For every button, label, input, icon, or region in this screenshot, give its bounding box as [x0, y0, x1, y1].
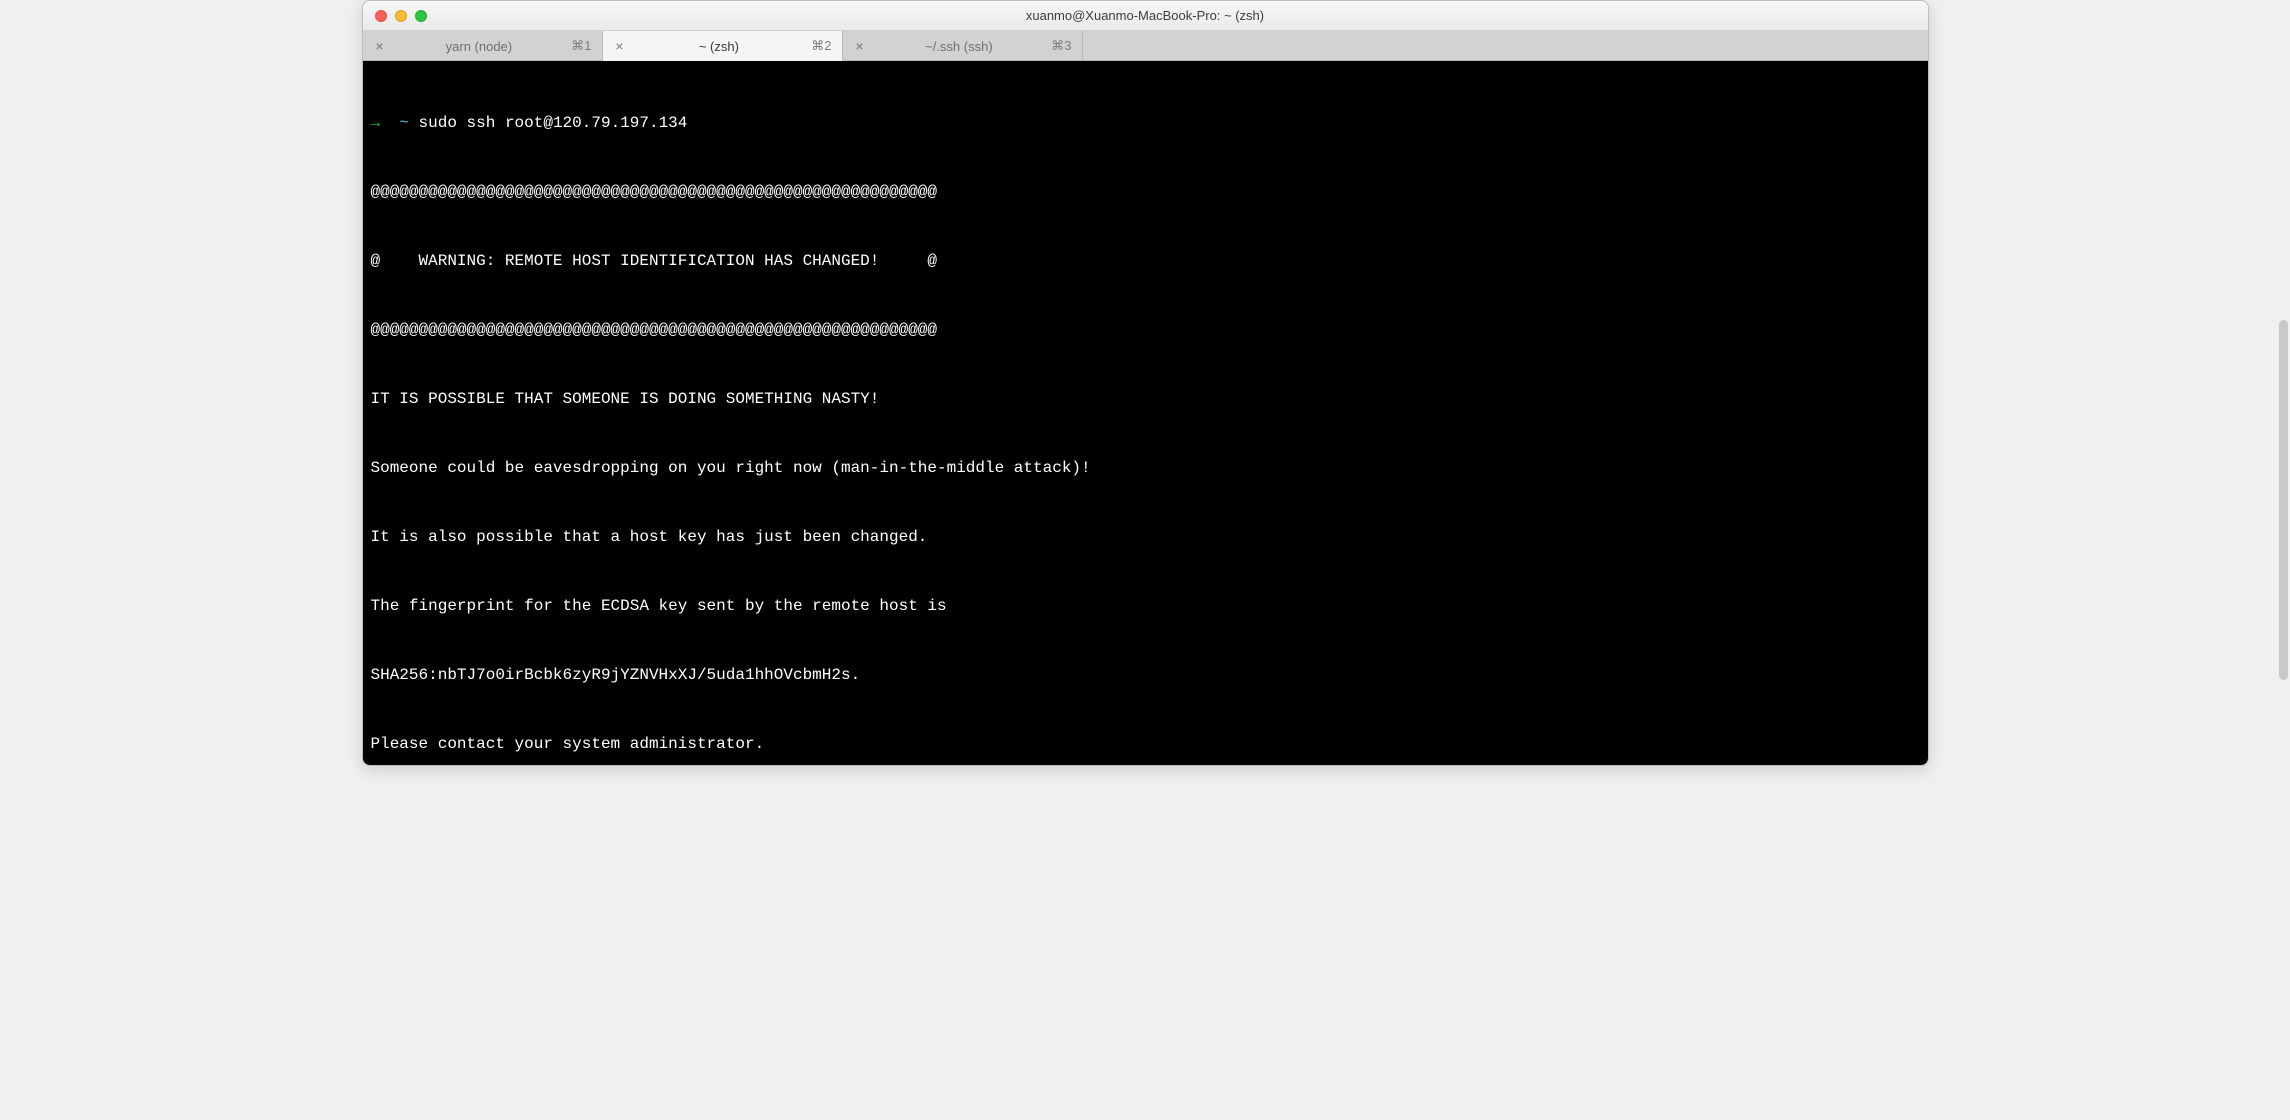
output-line: IT IS POSSIBLE THAT SOMEONE IS DOING SOM…	[371, 388, 1920, 411]
output-line: It is also possible that a host key has …	[371, 526, 1920, 549]
close-icon[interactable]: ×	[373, 39, 387, 53]
close-icon[interactable]: ×	[853, 39, 867, 53]
output-line: SHA256:nbTJ7o0irBcbk6zyR9jYZNVHxXJ/5uda1…	[371, 664, 1920, 687]
tab-ssh[interactable]: × ~/.ssh (ssh) ⌘3	[843, 31, 1083, 61]
output-line: @@@@@@@@@@@@@@@@@@@@@@@@@@@@@@@@@@@@@@@@…	[371, 319, 1920, 342]
window-title: xuanmo@Xuanmo-MacBook-Pro: ~ (zsh)	[363, 8, 1928, 23]
prompt-cwd: ~	[399, 114, 409, 132]
output-line: The fingerprint for the ECDSA key sent b…	[371, 595, 1920, 618]
command-text: sudo ssh root@120.79.197.134	[419, 114, 688, 132]
window-zoom-button[interactable]	[415, 10, 427, 22]
tab-yarn-node[interactable]: × yarn (node) ⌘1	[363, 31, 603, 61]
titlebar: xuanmo@Xuanmo-MacBook-Pro: ~ (zsh)	[363, 1, 1928, 31]
tab-label: ~/.ssh (ssh)	[873, 39, 1046, 54]
tab-bar: × yarn (node) ⌘1 × ~ (zsh) ⌘2 × ~/.ssh (…	[363, 31, 1928, 61]
output-line: Please contact your system administrator…	[371, 733, 1920, 756]
traffic-lights	[363, 10, 427, 22]
tab-shortcut: ⌘3	[1051, 38, 1071, 54]
output-line: @ WARNING: REMOTE HOST IDENTIFICATION HA…	[371, 250, 1920, 273]
tab-zsh[interactable]: × ~ (zsh) ⌘2	[603, 31, 843, 61]
prompt-line: → ~ sudo ssh root@120.79.197.134	[371, 112, 1920, 135]
window-close-button[interactable]	[375, 10, 387, 22]
output-line: Someone could be eavesdropping on you ri…	[371, 457, 1920, 480]
tab-label: ~ (zsh)	[633, 39, 806, 54]
prompt-arrow-icon: →	[371, 114, 381, 132]
tab-label: yarn (node)	[393, 39, 566, 54]
terminal-content[interactable]: → ~ sudo ssh root@120.79.197.134 @@@@@@@…	[363, 61, 1928, 765]
close-icon[interactable]: ×	[613, 39, 627, 53]
tab-shortcut: ⌘2	[811, 38, 831, 54]
terminal-window: xuanmo@Xuanmo-MacBook-Pro: ~ (zsh) × yar…	[362, 0, 1929, 766]
tab-shortcut: ⌘1	[571, 38, 591, 54]
window-minimize-button[interactable]	[395, 10, 407, 22]
output-line: @@@@@@@@@@@@@@@@@@@@@@@@@@@@@@@@@@@@@@@@…	[371, 181, 1920, 204]
